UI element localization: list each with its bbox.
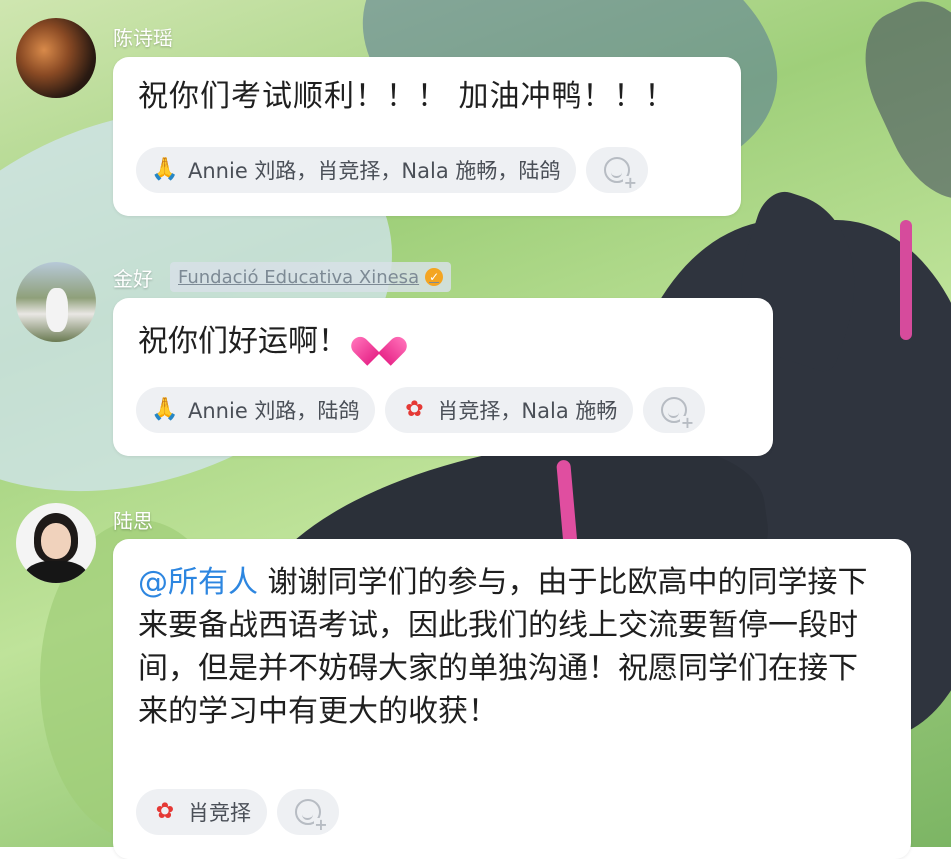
add-emoji-icon (604, 157, 638, 190)
add-reaction-button[interactable] (643, 387, 706, 433)
flower-icon: ✿ (155, 799, 175, 824)
reaction-users: 肖竞择，Nala 施畅 (437, 399, 618, 423)
add-emoji-icon (295, 799, 328, 832)
reaction-bar: 🙏 Annie 刘路，肖竞择，Nala 施畅，陆鸽 (136, 147, 649, 193)
avatar[interactable] (16, 18, 96, 98)
message-text: 祝你们好运啊！ (138, 324, 348, 359)
message-text-block: @所有人 谢谢同学们的参与，由于比欧高中的同学接下来要备战西语考试，因此我们的线… (138, 561, 878, 733)
reaction-chip[interactable]: ✿ 肖竞择 (136, 789, 267, 835)
add-emoji-icon (661, 397, 695, 430)
reaction-chip[interactable]: 🙏 Annie 刘路，陆鸽 (136, 387, 376, 433)
sender-name: 陈诗瑶 (113, 26, 173, 50)
sparkling-heart-icon (362, 325, 396, 355)
message-bubble[interactable]: 祝你们考试顺利！！！ 加油冲鸭！！！ 🙏 Annie 刘路，肖竞择，Nala 施… (113, 57, 741, 216)
reaction-chip[interactable]: ✿ 肖竞择，Nala 施畅 (385, 387, 634, 433)
reaction-users: 肖竞择 (188, 801, 251, 825)
avatar[interactable] (16, 262, 96, 342)
pray-icon: 🙏 (151, 397, 179, 422)
reaction-bar: ✿ 肖竞择 (136, 789, 339, 835)
avatar[interactable] (16, 503, 96, 583)
pray-icon: 🙏 (151, 157, 179, 182)
add-reaction-button[interactable] (277, 789, 339, 835)
sender-name: 金好 (113, 267, 153, 291)
mention-all-link[interactable]: @所有人 (138, 565, 258, 600)
sender-name: 陆思 (113, 509, 153, 533)
add-reaction-button[interactable] (586, 147, 649, 193)
message-text-line: 祝你们好运啊！ (138, 322, 396, 362)
message-bubble[interactable]: 祝你们好运啊！ 🙏 Annie 刘路，陆鸽 ✿ 肖竞择，Nala 施畅 (113, 298, 773, 456)
message-bubble[interactable]: @所有人 谢谢同学们的参与，由于比欧高中的同学接下来要备战西语考试，因此我们的线… (113, 539, 911, 859)
reaction-users: Annie 刘路，肖竞择，Nala 施畅，陆鸽 (188, 159, 561, 183)
reaction-bar: 🙏 Annie 刘路，陆鸽 ✿ 肖竞择，Nala 施畅 (136, 387, 706, 433)
reaction-users: Annie 刘路，陆鸽 (188, 399, 360, 423)
verified-icon: ✓ (425, 268, 444, 286)
message-text: 祝你们考试顺利！！！ 加油冲鸭！！！ (138, 79, 676, 114)
organization-tag[interactable]: Fundació Educativa Xinesa ✓ (170, 262, 452, 292)
flower-icon: ✿ (405, 397, 424, 422)
organization-name: Fundació Educativa Xinesa (178, 266, 420, 288)
reaction-chip[interactable]: 🙏 Annie 刘路，肖竞择，Nala 施畅，陆鸽 (136, 147, 577, 193)
